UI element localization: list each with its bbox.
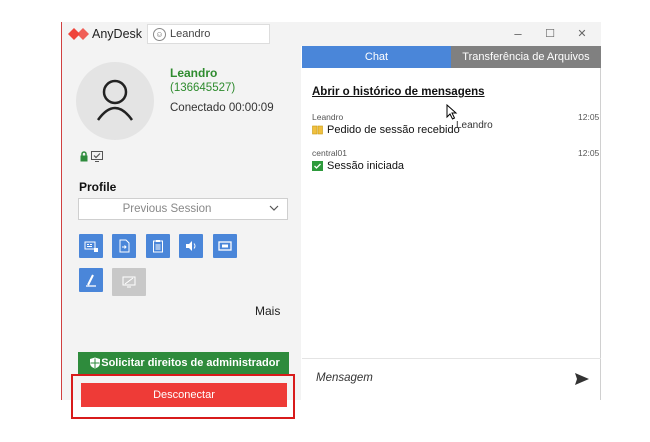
screenshot-button[interactable] [213,234,237,258]
mouse-cursor-icon [446,104,458,120]
anydesk-window: AnyDesk ☺ Leandro – ☐ ✕ Leandro (1366455… [61,22,601,419]
app-title: AnyDesk [92,27,143,41]
file-arrow-icon [119,239,130,253]
camera-screen-icon [218,241,232,251]
disconnect-button[interactable]: Desconectar [81,383,287,407]
clipboard-button[interactable] [146,234,170,258]
more-button[interactable]: Mais [255,304,280,318]
checkmark-icon [312,161,323,171]
avatar [76,62,154,140]
monitor-blocked-icon [122,276,136,288]
message-sender: central01 [312,148,347,158]
request-admin-button[interactable]: Solicitar direitos de administrador [78,352,289,374]
chevron-down-icon [269,205,279,211]
profile-select[interactable]: Previous Session [78,198,288,220]
pen-icon [86,274,96,287]
connection-status: Conectado 00:00:09 [170,102,274,114]
profile-heading: Profile [79,180,117,194]
close-button[interactable]: ✕ [572,25,592,43]
monitor-check-icon [91,151,103,162]
shield-icon [90,357,100,369]
session-tab[interactable]: ☺ Leandro [147,24,270,44]
panel-tabs: Chat Transferência de Arquivos [302,46,601,68]
disconnect-highlight: Desconectar [71,374,295,419]
message-sender: Leandro [312,112,344,122]
request-admin-label: Solicitar direitos de administrador [101,357,280,369]
remote-id: (136645527) [170,82,236,94]
open-history-link[interactable]: Abrir o histórico de mensagens [312,86,485,98]
chat-input-area [302,358,601,401]
audio-button[interactable] [179,234,203,258]
message-input[interactable] [314,371,558,385]
message-time: 12:05 [578,148,600,158]
tab-chat[interactable]: Chat [302,46,451,68]
message-time: 12:05 [578,112,600,122]
keyboard-button[interactable] [79,234,103,258]
keyboard-icon [84,241,98,252]
session-panel: Leandro (136645527) Conectado 00:00:09 P… [62,46,301,419]
cursor-tooltip: Leandro [456,120,493,131]
anydesk-logo-icon [68,28,89,40]
person-icon [96,79,134,121]
speaker-icon [186,241,196,251]
session-tab-label: Leandro [170,28,211,40]
message-text: Sessão iniciada [327,160,405,172]
user-icon: ☺ [153,28,166,41]
clipboard-icon [153,240,163,253]
file-transfer-button[interactable] [112,234,136,258]
tab-file-transfer[interactable]: Transferência de Arquivos [451,46,601,68]
profile-select-value: Previous Session [122,203,212,215]
message-text: Pedido de sessão recebido [327,124,460,136]
title-bar: AnyDesk ☺ Leandro – ☐ ✕ [62,22,601,46]
draw-button[interactable] [79,268,103,292]
book-icon [312,125,323,135]
privacy-mode-button[interactable] [112,268,146,296]
minimize-button[interactable]: – [508,25,528,43]
maximize-button[interactable]: ☐ [540,25,560,43]
send-icon[interactable] [574,371,590,387]
remote-user-name: Leandro [170,66,218,80]
lock-icon [80,151,88,162]
